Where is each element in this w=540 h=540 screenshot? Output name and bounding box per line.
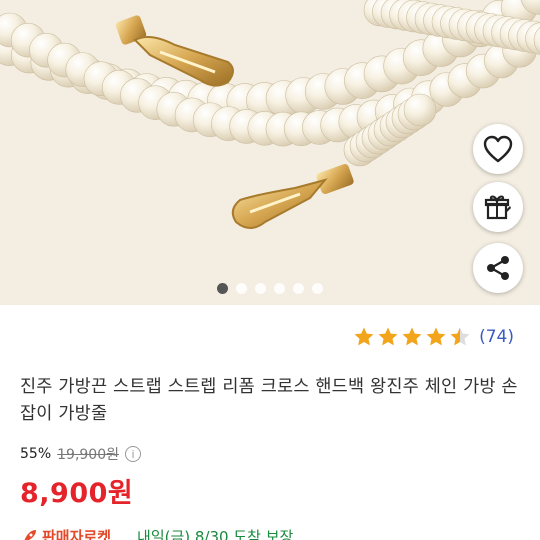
rating[interactable]: (74): [353, 326, 514, 348]
star-icon: [378, 327, 398, 346]
gallery-dot[interactable]: [274, 283, 285, 294]
star-rating: [353, 326, 471, 348]
share-icon: [487, 256, 509, 280]
arrival-guarantee: 내일(금) 8/30 도착 보장: [137, 528, 294, 540]
gallery-dot[interactable]: [255, 283, 266, 294]
gallery-pagination: [0, 283, 540, 294]
wishlist-button[interactable]: [473, 124, 523, 174]
heart-icon: [483, 135, 513, 163]
gallery-dot[interactable]: [312, 283, 323, 294]
star-icon: [450, 327, 470, 346]
delivery-info: 판매자로켓 내일(금) 8/30 도착 보장: [20, 526, 293, 540]
gallery-dot[interactable]: [236, 283, 247, 294]
price-details: 55% 19,900원 i: [20, 444, 141, 464]
sale-price: 8,900원: [20, 478, 134, 509]
discount-rate: 55%: [20, 446, 52, 462]
gift-icon: [484, 195, 511, 220]
review-count[interactable]: (74): [479, 327, 514, 347]
original-price: 19,900원: [57, 447, 119, 463]
info-icon[interactable]: i: [125, 446, 141, 462]
seller-rocket-badge: 판매자로켓: [42, 528, 112, 540]
pearl-strap-photo: [0, 0, 540, 229]
rocket-icon: [24, 529, 36, 540]
pearl-bead: [403, 93, 437, 127]
star-icon: [426, 327, 446, 346]
product-title: 진주 가방끈 스트랩 스트렙 리폼 크로스 핸드백 왕진주 체인 가방 손잡이 …: [20, 377, 518, 424]
star-icon: [402, 327, 422, 346]
gallery-dot[interactable]: [217, 283, 228, 294]
star-icon: [354, 327, 374, 346]
gift-button[interactable]: [473, 182, 523, 232]
product-image[interactable]: [0, 0, 540, 305]
gallery-dot[interactable]: [293, 283, 304, 294]
